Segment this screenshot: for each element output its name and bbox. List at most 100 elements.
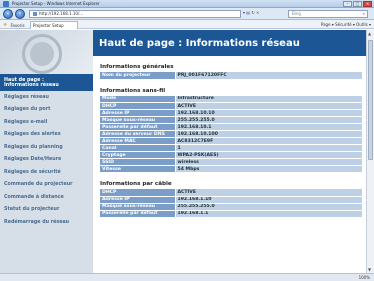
sidebar-item-label-line2: Informations réseau bbox=[4, 83, 59, 88]
search-placeholder: Bing bbox=[292, 11, 301, 16]
table-row: Masque sous-réseau 255.255.255.0 bbox=[100, 116, 362, 124]
table-row: Mode Infrastructure bbox=[100, 95, 362, 103]
scroll-up-icon[interactable]: ▲ bbox=[368, 31, 371, 36]
row-key: Cryptage bbox=[100, 151, 175, 159]
sidebar-item-datetime-settings[interactable]: Réglages Date/Heure bbox=[0, 154, 93, 167]
sidebar-item-network-settings[interactable]: Réglages réseau bbox=[0, 91, 93, 104]
page-title: Haut de page : Informations réseau bbox=[99, 38, 300, 49]
sidebar-item-port-settings[interactable]: Réglages du port bbox=[0, 104, 93, 117]
stop-icon[interactable]: × bbox=[256, 10, 259, 15]
sidebar-item-schedule-settings[interactable]: Réglages du planning bbox=[0, 141, 93, 154]
section-title-wireless: Informations sans-fil bbox=[100, 87, 166, 94]
table-row: Adresse IP 192.168.1.10 bbox=[100, 196, 362, 204]
table-row: DHCP ACTIVE bbox=[100, 102, 362, 110]
row-value: ACTIVE bbox=[174, 102, 362, 110]
sidebar-item-projector-control[interactable]: Commande du projecteur bbox=[0, 179, 93, 192]
table-row: Nom du projecteur PRJ_001F67120FFC bbox=[100, 72, 362, 80]
favorites-label: Favoris bbox=[10, 22, 25, 28]
row-key: SSID bbox=[100, 158, 175, 166]
row-value: PRJ_001F67120FFC bbox=[174, 72, 362, 80]
table-row: Adresse du serveur DNS 192.168.10.100 bbox=[100, 130, 362, 138]
sidebar-item-projector-status[interactable]: Statut du projecteur bbox=[0, 204, 93, 217]
command-bar[interactable]: Page ▾ Sécurité ▾ Outils ▾ bbox=[321, 22, 371, 27]
table-row: DHCP ACTIVE bbox=[100, 189, 362, 197]
table-row: SSID wireless bbox=[100, 158, 362, 166]
row-value: 255.255.255.0 bbox=[174, 203, 362, 211]
wireless-info-table: Mode Infrastructure DHCP ACTIVE Adresse IP 19… bbox=[100, 95, 362, 173]
sidebar-item-network-restart[interactable]: Redémarrage du réseau bbox=[0, 216, 93, 229]
table-row: Passerelle par défaut 192.168.1.1 bbox=[100, 210, 362, 218]
main-content: Informations générales Nom du projecteur… bbox=[100, 64, 362, 226]
row-value: 192.168.10.1 bbox=[174, 123, 362, 131]
sidebar-item-email-settings[interactable]: Réglages e-mail bbox=[0, 116, 93, 129]
table-row: Canal 1 bbox=[100, 144, 362, 152]
sidebar-item-remote-control[interactable]: Commande à distance bbox=[0, 191, 93, 204]
row-value: AC8312C7E9F bbox=[174, 137, 362, 145]
web-page: Haut de page : Informations réseau Régla… bbox=[0, 30, 374, 273]
row-value: 192.168.10.10 bbox=[174, 109, 362, 117]
table-row: Adresse MAC AC8312C7E9F bbox=[100, 137, 362, 145]
favorites-button[interactable]: ★ Favoris bbox=[3, 22, 25, 28]
row-value: 255.255.255.0 bbox=[174, 116, 362, 124]
zoom-level[interactable]: 100% bbox=[359, 275, 370, 280]
row-value: 192.168.1.10 bbox=[174, 196, 362, 204]
maximize-button[interactable]: □ bbox=[353, 1, 362, 7]
compat-view-icon[interactable]: ▤ bbox=[246, 10, 250, 15]
row-key: Canal bbox=[100, 144, 175, 152]
browser-icon bbox=[3, 1, 9, 7]
row-key: Vitesse bbox=[100, 165, 175, 173]
search-icon[interactable]: ⌕ bbox=[363, 11, 365, 17]
row-value: ACTIVE bbox=[174, 189, 362, 197]
wired-info-table: DHCP ACTIVE Adresse IP 192.168.1.10 Masque s… bbox=[100, 189, 362, 218]
sidebar-item-alert-settings[interactable]: Réglages des alertes bbox=[0, 129, 93, 142]
forward-button[interactable]: › bbox=[15, 9, 25, 19]
row-key: DHCP bbox=[100, 102, 175, 110]
row-key: Masque sous-réseau bbox=[100, 203, 175, 211]
row-key: Adresse MAC bbox=[100, 137, 175, 145]
status-bar: 100% bbox=[0, 273, 374, 281]
address-text: http://192.168.1.10/... bbox=[39, 11, 84, 16]
table-row: Masque sous-réseau 255.255.255.0 bbox=[100, 203, 362, 211]
row-key: Passerelle par défaut bbox=[100, 210, 175, 218]
row-key: Adresse IP bbox=[100, 109, 175, 117]
address-tools: ▾ ▤ ↻ × bbox=[243, 10, 259, 15]
refresh-icon[interactable]: ↻ bbox=[251, 10, 254, 15]
favorites-bar: ★ Favoris Projector Setup Page ▾ Sécurit… bbox=[0, 20, 374, 29]
row-value: 1 bbox=[174, 144, 362, 152]
table-row: Vitesse 54 Mbps bbox=[100, 165, 362, 173]
row-key: Adresse IP bbox=[100, 196, 175, 204]
search-input[interactable]: Bing ⌕ bbox=[288, 10, 368, 18]
sidebar-item-home[interactable]: Haut de page : Informations réseau bbox=[0, 74, 93, 91]
star-icon: ★ bbox=[3, 22, 8, 28]
row-value: 54 Mbps bbox=[174, 165, 362, 173]
sidebar-nav: Haut de page : Informations réseau Régla… bbox=[0, 74, 93, 229]
scroll-down-icon[interactable]: ▼ bbox=[368, 267, 371, 272]
window-title: Projector Setup - Windows Internet Explo… bbox=[12, 1, 100, 6]
section-title-wired: Informations par câble bbox=[100, 181, 172, 187]
page-header: Haut de page : Informations réseau bbox=[93, 30, 374, 56]
sidebar-item-security-settings[interactable]: Réglages de sécurité bbox=[0, 166, 93, 179]
window-controls: – □ × bbox=[343, 1, 372, 7]
sidebar: Haut de page : Informations réseau Régla… bbox=[0, 30, 93, 273]
close-button[interactable]: × bbox=[363, 1, 372, 7]
row-value: 192.168.10.100 bbox=[174, 130, 362, 138]
row-key: DHCP bbox=[100, 189, 175, 197]
dropdown-icon[interactable]: ▾ bbox=[243, 10, 245, 15]
vertical-scrollbar[interactable]: ▲ ▼ bbox=[366, 30, 374, 273]
browser-tab[interactable]: Projector Setup bbox=[30, 21, 78, 29]
row-key: Mode bbox=[100, 95, 175, 103]
back-button[interactable]: ‹ bbox=[3, 9, 13, 19]
logo-disc-shape bbox=[30, 42, 54, 66]
table-row: Cryptage WPA2-PSK(AES) bbox=[100, 151, 362, 159]
address-bar-row: ‹ › http://192.168.1.10/... ▾ ▤ ↻ × Bing… bbox=[0, 8, 374, 20]
row-key: Adresse du serveur DNS bbox=[100, 130, 175, 138]
table-row: Adresse IP 192.168.10.10 bbox=[100, 109, 362, 117]
row-value: wireless bbox=[174, 158, 362, 166]
window-titlebar: Projector Setup - Windows Internet Explo… bbox=[0, 0, 374, 8]
address-input[interactable]: http://192.168.1.10/... bbox=[29, 10, 241, 18]
row-key: Passerelle par défaut bbox=[100, 123, 175, 131]
minimize-button[interactable]: – bbox=[343, 1, 352, 7]
row-key: Masque sous-réseau bbox=[100, 116, 175, 124]
scroll-thumb[interactable] bbox=[368, 40, 373, 160]
row-key: Nom du projecteur bbox=[100, 72, 175, 80]
